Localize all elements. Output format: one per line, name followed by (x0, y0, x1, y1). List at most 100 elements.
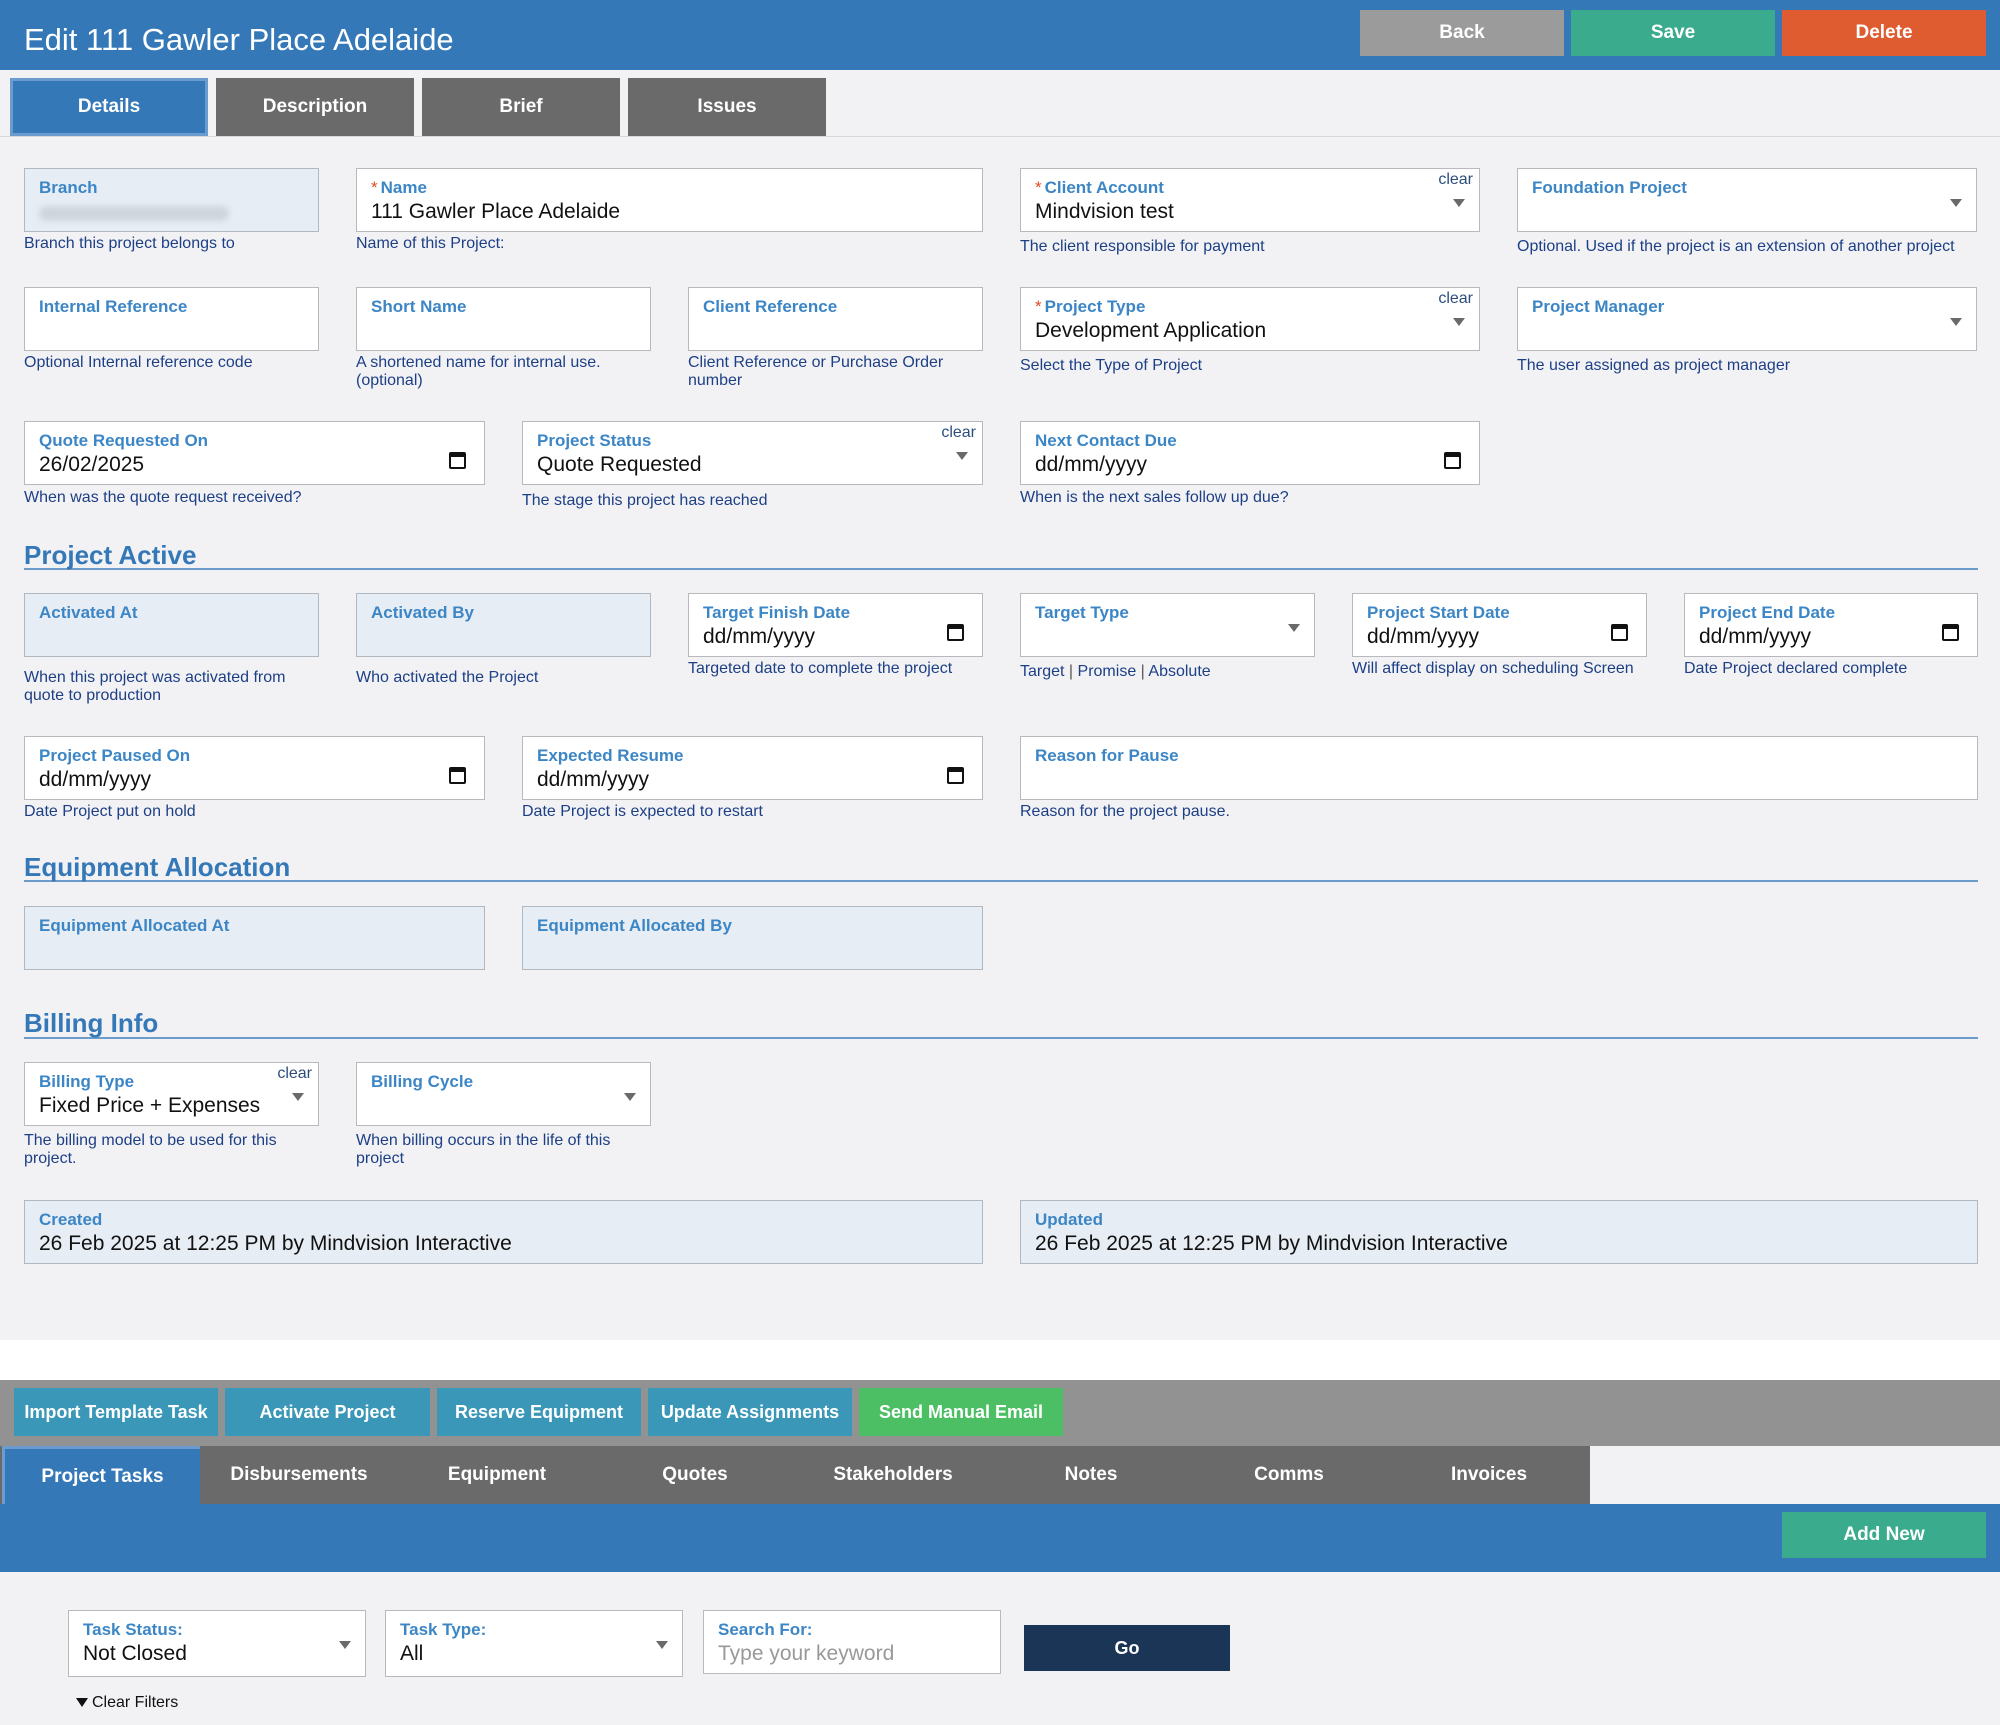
foundation-project-select[interactable]: Foundation Project (1517, 168, 1977, 232)
back-button[interactable]: Back (1360, 10, 1564, 56)
project-paused-value: dd/mm/yyyy (39, 768, 152, 791)
task-type-label: Task Type: (400, 1620, 487, 1639)
quote-requested-date-input[interactable]: Quote Requested On 26/02/2025 (24, 421, 485, 485)
calendar-icon[interactable] (1444, 452, 1461, 469)
chevron-down-icon[interactable] (1950, 199, 1962, 207)
required-marker: * (1035, 178, 1042, 197)
tab-quotes[interactable]: Quotes (596, 1446, 794, 1504)
tab-stakeholders[interactable]: Stakeholders (794, 1446, 992, 1504)
equipment-allocated-by-label: Equipment Allocated By (537, 916, 732, 935)
project-end-label: Project End Date (1699, 603, 1836, 622)
chevron-down-icon[interactable] (1453, 199, 1465, 207)
chevron-down-icon[interactable] (1288, 624, 1300, 632)
billing-type-select[interactable]: Billing Type Fixed Price + Expenses clea… (24, 1062, 319, 1126)
import-template-task-button[interactable]: Import Template Task (14, 1388, 218, 1436)
search-placeholder[interactable]: Type your keyword (718, 1642, 894, 1666)
tab-brief[interactable]: Brief (422, 78, 620, 136)
chevron-down-icon[interactable] (339, 1641, 351, 1649)
billing-type-clear-link[interactable]: clear (277, 1065, 312, 1083)
delete-button[interactable]: Delete (1782, 10, 1986, 56)
billing-cycle-select[interactable]: Billing Cycle (356, 1062, 651, 1126)
branch-blurred-value (39, 206, 229, 221)
activated-at-label: Activated At (39, 603, 138, 622)
tab-description[interactable]: Description (216, 78, 414, 136)
updated-value: 26 Feb 2025 at 12:25 PM by Mindvision In… (1035, 1232, 1508, 1255)
project-end-date-input[interactable]: Project End Date dd/mm/yyyy (1684, 593, 1978, 657)
name-label: * Name (371, 178, 427, 197)
target-type-help: Target | Promise | Absolute (1020, 663, 1211, 681)
client-reference-help: Client Reference or Purchase Order numbe… (688, 354, 944, 389)
chevron-down-icon[interactable] (656, 1641, 668, 1649)
project-type-clear-link[interactable]: clear (1438, 290, 1473, 308)
project-start-date-input[interactable]: Project Start Date dd/mm/yyyy (1352, 593, 1647, 657)
short-name-field[interactable]: Short Name (356, 287, 651, 351)
client-account-select[interactable]: * Client Account Mindvision test clear (1020, 168, 1480, 232)
calendar-icon[interactable] (947, 624, 964, 641)
activate-project-button[interactable]: Activate Project (225, 1388, 430, 1436)
tab-comms[interactable]: Comms (1190, 1446, 1388, 1504)
project-active-heading: Project Active (24, 540, 197, 570)
project-start-value: dd/mm/yyyy (1367, 625, 1480, 648)
clear-filters-link[interactable]: Clear Filters (76, 1694, 178, 1712)
next-contact-help: When is the next sales follow up due? (1020, 489, 1289, 506)
created-label: Created (39, 1210, 103, 1229)
target-type-select[interactable]: Target Type (1020, 593, 1315, 657)
client-reference-field[interactable]: Client Reference (688, 287, 983, 351)
project-status-select[interactable]: Project Status Quote Requested clear (522, 421, 983, 485)
project-start-help: Will affect display on scheduling Screen (1352, 660, 1634, 677)
client-account-clear-link[interactable]: clear (1438, 171, 1473, 189)
project-type-select[interactable]: * Project Type Development Application cl… (1020, 287, 1480, 351)
updated-label: Updated (1035, 1210, 1103, 1229)
short-name-help: A shortened name for internal use. (opti… (356, 354, 601, 389)
reason-for-pause-field[interactable]: Reason for Pause (1020, 736, 1978, 800)
project-paused-label: Project Paused On (39, 746, 191, 765)
project-paused-date-input[interactable]: Project Paused On dd/mm/yyyy (24, 736, 485, 800)
tab-project-tasks[interactable]: Project Tasks (2, 1446, 200, 1504)
calendar-icon[interactable] (449, 767, 466, 784)
quote-requested-value: 26/02/2025 (39, 453, 145, 476)
internal-reference-field[interactable]: Internal Reference (24, 287, 319, 351)
next-contact-value: dd/mm/yyyy (1035, 453, 1148, 476)
calendar-icon[interactable] (1611, 624, 1628, 641)
short-name-label: Short Name (371, 297, 467, 316)
calendar-icon[interactable] (449, 452, 466, 469)
update-assignments-button[interactable]: Update Assignments (648, 1388, 852, 1436)
tab-notes[interactable]: Notes (992, 1446, 1190, 1504)
activated-by-field: Activated By (356, 593, 651, 657)
name-value[interactable]: 111 Gawler Place Adelaide (371, 200, 620, 224)
tab-equipment[interactable]: Equipment (398, 1446, 596, 1504)
project-manager-select[interactable]: Project Manager (1517, 287, 1977, 351)
chevron-down-icon[interactable] (956, 452, 968, 460)
add-new-button[interactable]: Add New (1782, 1512, 1986, 1558)
equipment-allocated-at-label: Equipment Allocated At (39, 916, 230, 935)
send-manual-email-button[interactable]: Send Manual Email (859, 1388, 1063, 1436)
chevron-down-icon[interactable] (1453, 318, 1465, 326)
task-status-select[interactable]: Task Status: Not Closed (68, 1610, 366, 1677)
tab-invoices[interactable]: Invoices (1388, 1446, 1590, 1504)
foundation-project-help: Optional. Used if the project is an exte… (1517, 238, 1955, 255)
chevron-down-icon[interactable] (292, 1093, 304, 1101)
save-button[interactable]: Save (1571, 10, 1775, 56)
tab-details[interactable]: Details (10, 78, 208, 136)
tab-issues[interactable]: Issues (628, 78, 826, 136)
project-status-clear-link[interactable]: clear (941, 424, 976, 442)
go-button[interactable]: Go (1024, 1625, 1230, 1671)
reason-for-pause-label: Reason for Pause (1035, 746, 1179, 765)
quote-requested-label: Quote Requested On (39, 431, 209, 450)
billing-cycle-label: Billing Cycle (371, 1072, 474, 1091)
calendar-icon[interactable] (947, 767, 964, 784)
activated-by-label: Activated By (371, 603, 474, 622)
chevron-down-icon[interactable] (624, 1093, 636, 1101)
name-field[interactable]: * Name 111 Gawler Place Adelaide (356, 168, 983, 232)
search-input[interactable]: Search For: Type your keyword (703, 1610, 1001, 1674)
next-contact-date-input[interactable]: Next Contact Due dd/mm/yyyy (1020, 421, 1480, 485)
project-status-value: Quote Requested (537, 453, 702, 476)
calendar-icon[interactable] (1942, 624, 1959, 641)
task-type-select[interactable]: Task Type: All (385, 1610, 683, 1677)
target-finish-date-input[interactable]: Target Finish Date dd/mm/yyyy (688, 593, 983, 657)
reserve-equipment-button[interactable]: Reserve Equipment (437, 1388, 641, 1436)
internal-reference-label: Internal Reference (39, 297, 188, 316)
chevron-down-icon[interactable] (1950, 318, 1962, 326)
tab-disbursements[interactable]: Disbursements (200, 1446, 398, 1504)
expected-resume-date-input[interactable]: Expected Resume dd/mm/yyyy (522, 736, 983, 800)
